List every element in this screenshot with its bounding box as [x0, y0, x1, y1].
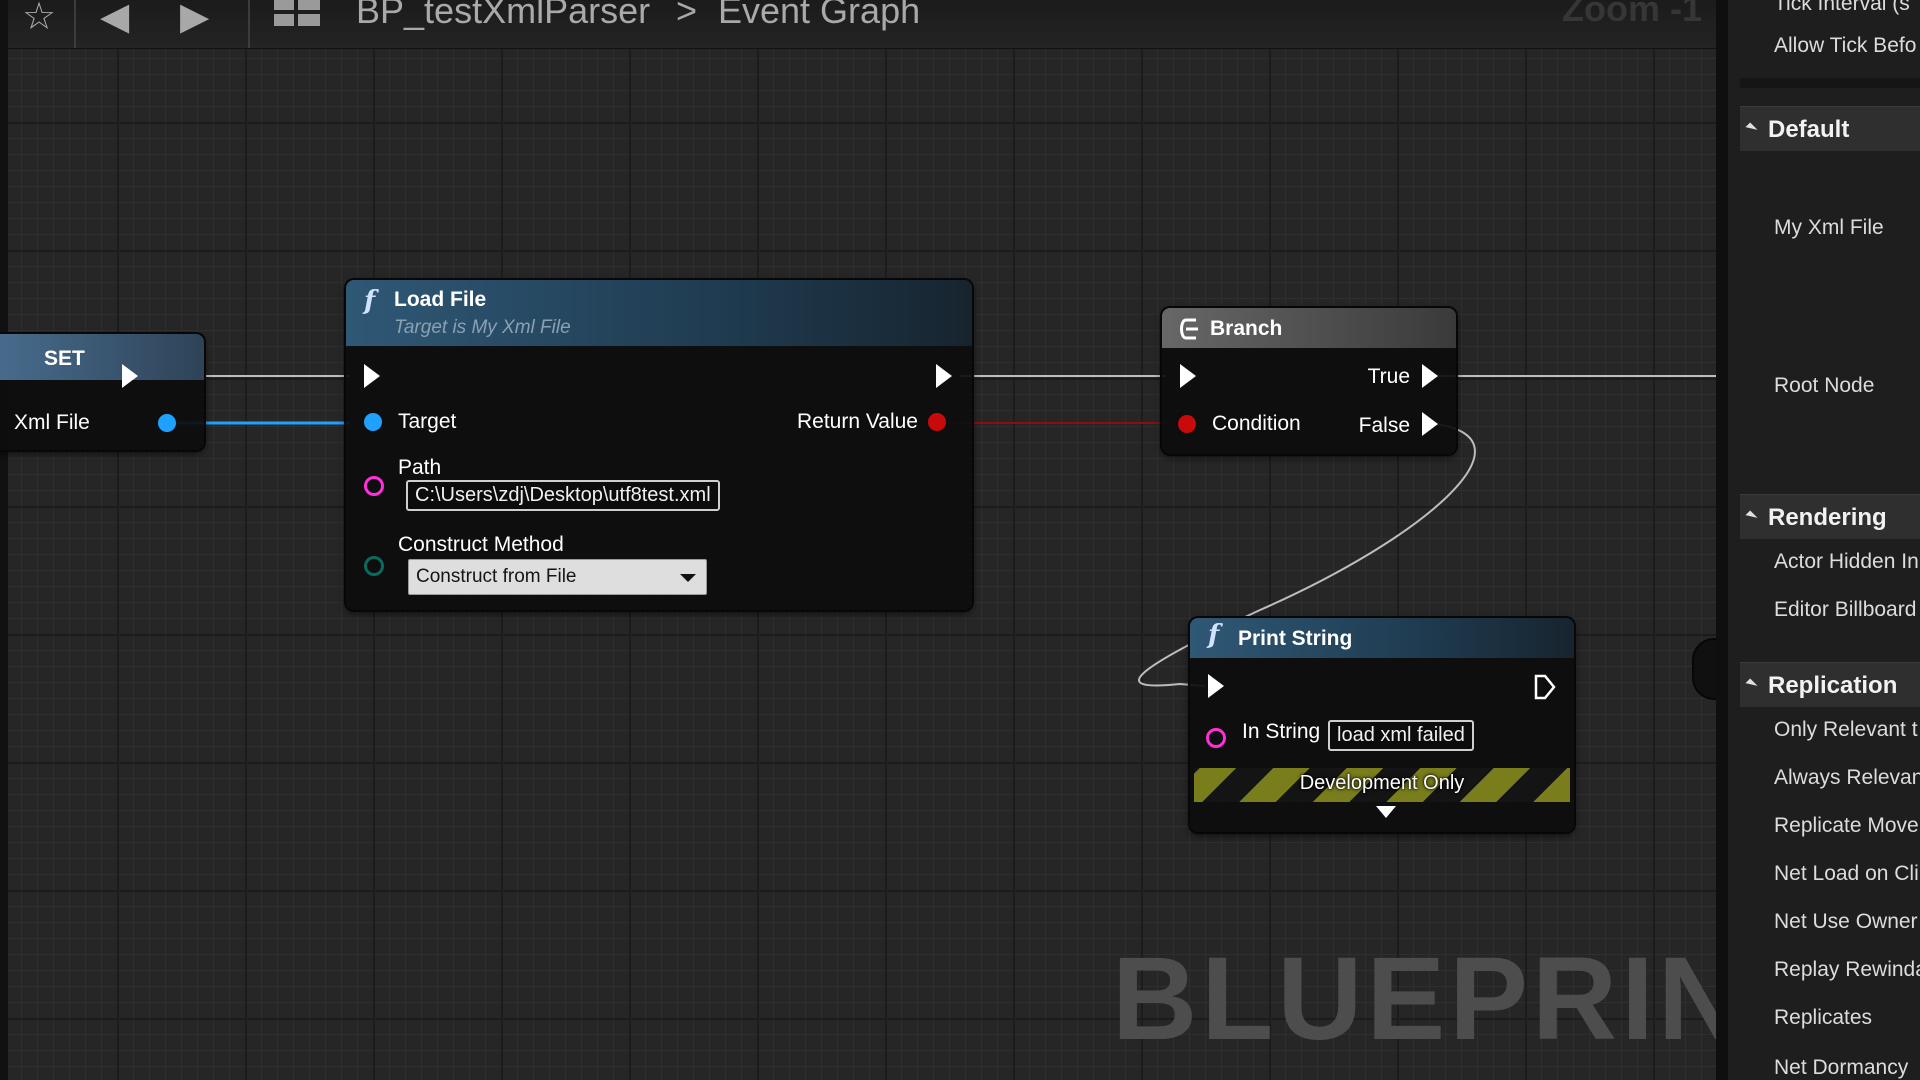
load-file-subtitle: Target is My Xml File: [394, 317, 571, 338]
condition-label: Condition: [1212, 412, 1301, 435]
function-icon: f: [1208, 620, 1220, 650]
prop-actor-hidden[interactable]: Actor Hidden In: [1774, 550, 1919, 574]
in-string-label: In String: [1242, 720, 1321, 743]
set-node[interactable]: SET Xml File: [0, 334, 204, 450]
toolbar-divider: [248, 0, 250, 48]
construct-method-label: Construct Method: [398, 533, 564, 556]
return-value-label: Return Value: [796, 410, 918, 433]
print-string-title: Print String: [1238, 627, 1353, 650]
function-icon: f: [364, 286, 376, 316]
branch-icon: [1180, 318, 1198, 340]
zoom-level: Zoom -1: [1562, 0, 1702, 29]
graph-left-edge: [0, 0, 8, 1080]
in-string-pin[interactable]: [1206, 728, 1226, 748]
target-pin[interactable]: [364, 413, 382, 431]
category-replication[interactable]: Replication: [1740, 662, 1920, 707]
development-only-label: Development Only: [1299, 772, 1465, 794]
load-file-exec-out-pin[interactable]: [936, 364, 952, 388]
construct-method-value: Construct from File: [416, 566, 577, 587]
construct-method-pin[interactable]: [364, 556, 384, 576]
branch-exec-in-pin[interactable]: [1180, 364, 1196, 388]
load-file-node[interactable]: f Load File Target is My Xml File Target…: [346, 280, 972, 610]
offscreen-node-edge[interactable]: [1694, 640, 1716, 698]
path-pin[interactable]: [364, 476, 384, 496]
set-exec-out-pin[interactable]: [122, 364, 138, 388]
prop-allow-tick-before[interactable]: Allow Tick Befo: [1774, 34, 1916, 58]
set-node-header: [0, 334, 204, 380]
blueprint-watermark: BLUEPRINT: [1112, 933, 1716, 1065]
false-label: False: [1358, 414, 1410, 437]
forward-arrow-icon[interactable]: ▶: [180, 0, 209, 36]
branch-title: Branch: [1210, 317, 1283, 340]
breadcrumb-separator: >: [676, 0, 698, 31]
breadcrumb-blueprint[interactable]: BP_testXmlParser: [356, 0, 650, 32]
condition-pin[interactable]: [1178, 415, 1196, 433]
toolbar-divider: [74, 0, 76, 48]
prop-tick-interval[interactable]: Tick Interval (s: [1774, 0, 1910, 16]
in-string-input[interactable]: load xml failed: [1328, 720, 1474, 751]
prop-replay-rewindable[interactable]: Replay Rewinda: [1774, 958, 1920, 982]
print-string-exec-in-pin[interactable]: [1208, 674, 1224, 698]
true-exec-pin[interactable]: [1422, 364, 1438, 388]
back-arrow-icon[interactable]: ◀: [100, 0, 129, 36]
category-default-title: Default: [1768, 116, 1850, 143]
graph-toolbar: ☆ ◀ ▶ BP_testXmlParser > Event Graph Zoo…: [8, 0, 1716, 49]
construct-method-dropdown[interactable]: Construct from File: [408, 559, 707, 595]
category-replication-title: Replication: [1768, 672, 1898, 699]
category-rendering[interactable]: Rendering: [1740, 494, 1920, 539]
collapse-arrow-icon: [1745, 510, 1758, 523]
true-label: True: [1367, 365, 1410, 388]
expand-arrow-icon[interactable]: [1376, 806, 1396, 818]
path-label: Path: [398, 456, 442, 479]
details-panel: Tick Interval (s Allow Tick Befo Default…: [1716, 0, 1920, 1080]
star-icon[interactable]: ☆: [22, 0, 56, 36]
blueprint-icon: [274, 0, 320, 26]
collapse-arrow-icon: [1745, 122, 1758, 135]
chevron-down-icon: [680, 574, 696, 582]
set-variable-label: Xml File: [14, 411, 90, 434]
prop-my-xml-file[interactable]: My Xml File: [1774, 216, 1884, 240]
set-node-title: SET: [44, 347, 85, 370]
branch-header: [1162, 308, 1456, 348]
target-label: Target: [398, 410, 457, 433]
print-string-exec-out-pin[interactable]: [1534, 674, 1556, 700]
return-value-pin[interactable]: [928, 413, 946, 431]
panel-divider: [1740, 78, 1920, 88]
set-xml-file-out-pin[interactable]: [158, 414, 176, 432]
collapse-arrow-icon: [1745, 678, 1758, 691]
prop-root-node[interactable]: Root Node: [1774, 374, 1874, 398]
prop-replicates[interactable]: Replicates: [1774, 1006, 1872, 1030]
false-exec-pin[interactable]: [1422, 412, 1438, 436]
path-input[interactable]: C:\Users\zdj\Desktop\utf8test.xml: [406, 480, 720, 511]
prop-always-relevant[interactable]: Always Relevan: [1774, 766, 1920, 790]
print-string-node[interactable]: f Print String In String load xml failed…: [1190, 618, 1574, 832]
load-file-title: Load File: [394, 288, 487, 311]
load-file-exec-in-pin[interactable]: [364, 364, 380, 388]
prop-net-dormancy[interactable]: Net Dormancy: [1774, 1056, 1908, 1080]
prop-net-load-on-client[interactable]: Net Load on Cli: [1774, 862, 1919, 886]
prop-replicate-movement[interactable]: Replicate Move: [1774, 814, 1919, 838]
prop-only-relevant[interactable]: Only Relevant t: [1774, 718, 1918, 742]
prop-net-use-owner[interactable]: Net Use Owner: [1774, 910, 1918, 934]
category-default[interactable]: Default: [1740, 106, 1920, 151]
breadcrumb-graph[interactable]: Event Graph: [718, 0, 920, 32]
prop-editor-billboard[interactable]: Editor Billboard: [1774, 598, 1916, 622]
branch-node[interactable]: Branch True Condition False: [1162, 308, 1456, 454]
blueprint-graph-canvas[interactable]: ☆ ◀ ▶ BP_testXmlParser > Event Graph Zoo…: [0, 0, 1716, 1080]
category-rendering-title: Rendering: [1768, 504, 1887, 531]
